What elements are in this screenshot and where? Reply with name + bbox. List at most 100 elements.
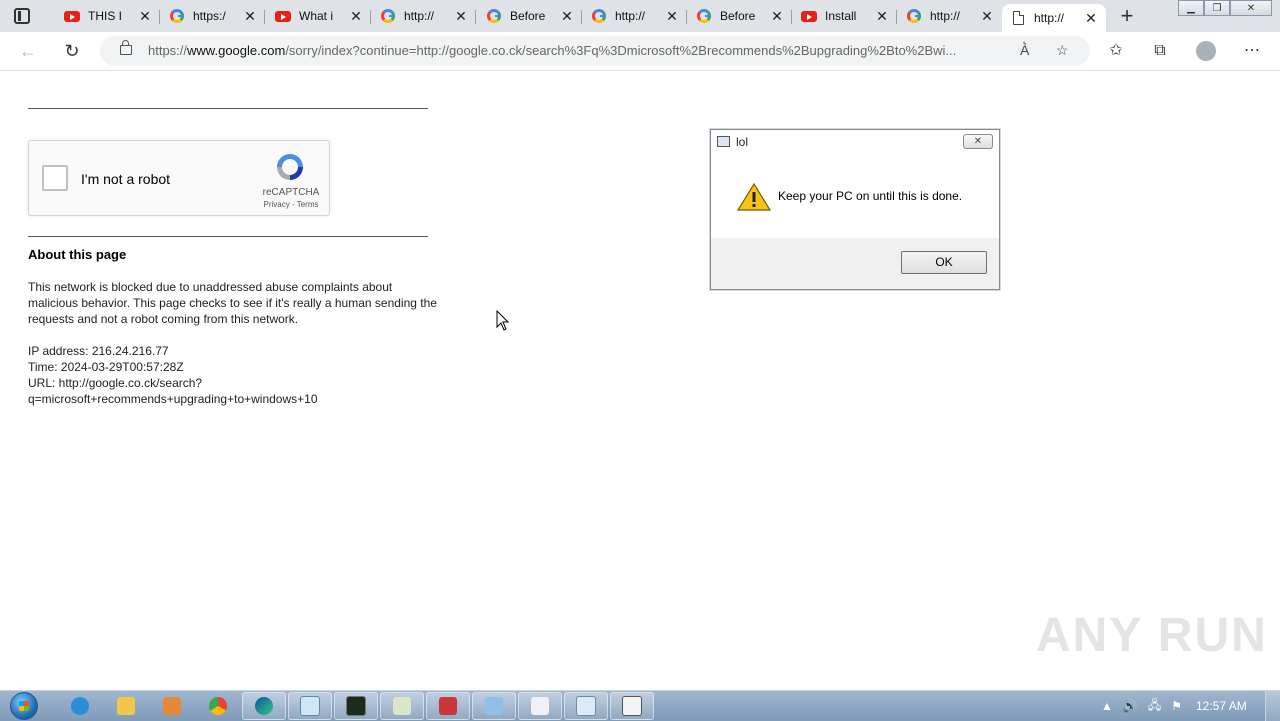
tab-actions-icon[interactable] (14, 8, 30, 24)
tab-title: http:// (930, 9, 961, 23)
lock-icon[interactable] (120, 40, 132, 55)
more-options-icon[interactable]: ⋯ (1241, 40, 1263, 62)
collections-icon[interactable]: ⧉ (1149, 40, 1171, 62)
taskbar-ie[interactable] (58, 692, 102, 720)
google-icon (906, 8, 922, 24)
computer-icon (485, 697, 503, 715)
url-line-2: q=microsoft+recommends+upgrading+to+wind… (28, 392, 318, 406)
divider-top (28, 108, 428, 109)
tab-7[interactable]: Install ✕ (793, 4, 897, 28)
taskbar-app-2[interactable] (426, 692, 470, 720)
close-tab-icon[interactable]: ✕ (349, 9, 363, 23)
google-icon (486, 8, 502, 24)
ip-address: IP address: 216.24.216.77 (28, 344, 169, 358)
taskbar-edge[interactable] (242, 692, 286, 720)
url-scheme: https:// (148, 43, 188, 58)
tab-2[interactable]: What i ✕ (267, 4, 371, 28)
start-button[interactable] (8, 691, 42, 721)
tab-0[interactable]: THIS I ✕ (56, 4, 160, 28)
tab-title: Before (720, 9, 756, 23)
taskbar-clock[interactable]: 12:57 AM (1196, 699, 1247, 713)
network-icon[interactable]: 🖧 (1148, 696, 1161, 717)
tab-title: Before (510, 9, 546, 23)
close-tab-icon[interactable]: ✕ (770, 9, 784, 23)
close-tab-icon[interactable]: ✕ (560, 9, 574, 23)
reload-button[interactable]: ↻ (62, 41, 82, 61)
about-title: About this page (28, 247, 127, 262)
tab-8[interactable]: http:// ✕ (898, 4, 1002, 28)
ok-button[interactable]: OK (901, 251, 987, 274)
back-button[interactable]: ← (18, 41, 38, 61)
archive-icon (439, 697, 457, 715)
folder-icon (117, 697, 135, 715)
dialog-app-icon (622, 696, 642, 716)
volume-icon[interactable]: 🔊 (1123, 699, 1138, 713)
dialog-close-button[interactable]: ✕ (963, 134, 993, 149)
tab-4[interactable]: Before ✕ (478, 4, 582, 28)
close-tab-icon[interactable]: ✕ (875, 9, 889, 23)
chrome-icon (209, 697, 227, 715)
window-close-button[interactable]: ✕ (1230, 0, 1272, 16)
youtube-icon (801, 8, 817, 24)
tab-title: https:/ (193, 9, 226, 23)
close-tab-icon[interactable]: ✕ (665, 9, 679, 23)
add-favorite-icon[interactable]: ☆ (1056, 42, 1069, 59)
divider-bottom (28, 236, 428, 237)
recaptcha-checkbox[interactable] (42, 165, 68, 191)
taskbar-media-player[interactable] (150, 692, 194, 720)
tab-9-active[interactable]: http:// ✕ (1002, 4, 1106, 32)
close-tab-icon[interactable]: ✕ (243, 9, 257, 23)
anyrun-watermark: ANY RUN (1036, 609, 1268, 662)
url-domain: www.google.com (187, 43, 286, 58)
taskbar-app-3[interactable] (472, 692, 516, 720)
dialog-body: Keep your PC on until this is done. (711, 154, 999, 238)
taskbar-app-5[interactable] (564, 692, 608, 720)
favorites-icon[interactable]: ✩ (1105, 40, 1127, 62)
close-tab-icon[interactable]: ✕ (138, 9, 152, 23)
profile-avatar[interactable] (1196, 41, 1216, 61)
close-tab-icon[interactable]: ✕ (980, 9, 994, 23)
taskbar-app-4[interactable] (518, 692, 562, 720)
system-tray: ▲ 🔊 🖧 ⚑ (1096, 691, 1187, 721)
dialog-message: Keep your PC on until this is done. (778, 189, 963, 203)
show-hidden-icons-icon[interactable]: ▲ (1101, 699, 1113, 713)
tab-title: http:// (404, 9, 435, 23)
read-aloud-icon[interactable]: A͛ (1020, 42, 1029, 58)
address-bar[interactable]: https://www.google.com/sorry/index?conti… (100, 36, 1090, 66)
tab-3[interactable]: http:// ✕ (372, 4, 476, 28)
tab-1[interactable]: https:/ ✕ (161, 4, 265, 28)
recaptcha-brand: reCAPTCHA (262, 187, 320, 198)
action-center-flag-icon[interactable]: ⚑ (1171, 699, 1182, 713)
google-icon (696, 8, 712, 24)
window-controls: ▁ ❐ ✕ (1178, 0, 1272, 16)
taskbar-explorer[interactable] (104, 692, 148, 720)
taskbar-notepad[interactable] (288, 692, 332, 720)
tab-5[interactable]: http:// ✕ (583, 4, 687, 28)
minimize-button[interactable]: ▁ (1178, 0, 1204, 16)
dialog-titlebar[interactable]: lol ✕ (711, 130, 999, 155)
taskbar-app-1[interactable] (380, 692, 424, 720)
windows-logo-icon (10, 692, 38, 720)
close-tab-icon[interactable]: ✕ (454, 9, 468, 23)
google-icon (169, 8, 185, 24)
browser-toolbar: ← ↻ https://www.google.com/sorry/index?c… (0, 32, 1280, 71)
url-line-1: URL: http://google.co.ck/search? (28, 376, 203, 390)
url-path: /sorry/index?continue=http://google.co.c… (285, 43, 957, 58)
installer-icon (393, 697, 411, 715)
restore-button[interactable]: ❐ (1204, 0, 1230, 16)
youtube-icon (275, 8, 291, 24)
taskbar-cmd[interactable] (334, 692, 378, 720)
recaptcha-label: I'm not a robot (81, 171, 171, 187)
close-tab-icon[interactable]: ✕ (1084, 11, 1098, 25)
taskbar-app-6[interactable] (610, 692, 654, 720)
recaptcha-links[interactable]: Privacy - Terms (255, 200, 327, 209)
notepad-icon (300, 696, 320, 716)
new-tab-button[interactable]: + (1116, 5, 1138, 27)
taskbar-chrome[interactable] (196, 692, 240, 720)
tab-6[interactable]: Before ✕ (688, 4, 792, 28)
url-text[interactable]: https://www.google.com/sorry/index?conti… (148, 43, 1008, 58)
recaptcha-widget: I'm not a robot reCAPTCHA Privacy - Term… (28, 140, 330, 216)
youtube-icon (64, 8, 80, 24)
tab-title: http:// (1034, 11, 1065, 25)
show-desktop-button[interactable] (1265, 691, 1280, 721)
